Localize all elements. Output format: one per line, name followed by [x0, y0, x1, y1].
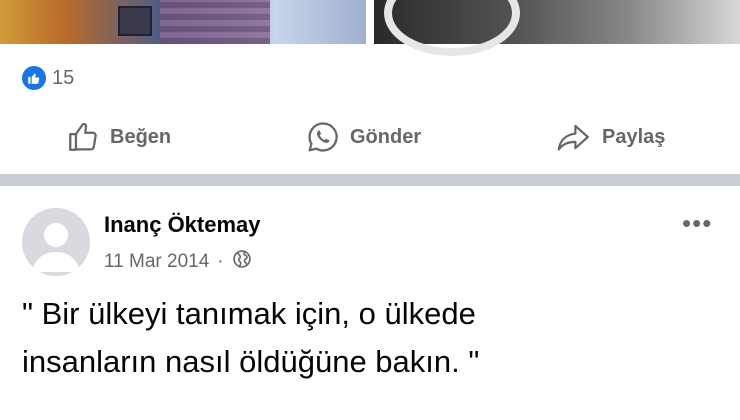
- reaction-count: 15: [52, 66, 75, 89]
- like-button-label: Beğen: [110, 125, 172, 148]
- like-button[interactable]: Beğen: [66, 120, 171, 154]
- feed-divider: [0, 174, 740, 186]
- post-date[interactable]: 11 Mar 2014: [104, 251, 209, 273]
- post-author-name[interactable]: Inanç Öktemay: [104, 212, 261, 238]
- image-detail: [160, 0, 270, 44]
- default-avatar-icon: [22, 208, 90, 276]
- previous-post-image-right[interactable]: [374, 0, 740, 56]
- image-detail: [118, 6, 152, 36]
- send-button[interactable]: Gönder: [306, 120, 421, 154]
- previous-post-images: [0, 0, 740, 56]
- reaction-summary[interactable]: 15: [22, 66, 74, 90]
- meta-separator: ·: [217, 251, 224, 272]
- send-button-label: Gönder: [350, 125, 422, 148]
- post-text: " Bir ülkeyi tanımak için, o ülkede insa…: [22, 290, 722, 386]
- thumbs-up-icon: [66, 120, 100, 154]
- share-button-label: Paylaş: [602, 125, 666, 148]
- image-detail: [384, 0, 520, 56]
- post-text-line: insanların nasıl öldüğüne bakın. ": [22, 344, 480, 379]
- post-actions-bar: Beğen Gönder Paylaş: [0, 112, 740, 164]
- share-arrow-icon: [556, 120, 592, 154]
- post-meta: 11 Mar 2014 ·: [104, 249, 252, 275]
- more-options-icon[interactable]: •••: [682, 208, 712, 239]
- previous-post-image-left[interactable]: [0, 0, 366, 44]
- whatsapp-icon: [306, 120, 340, 154]
- post-text-line: " Bir ülkeyi tanımak için, o ülkede: [22, 296, 476, 331]
- globe-icon[interactable]: [232, 249, 252, 275]
- avatar[interactable]: [22, 208, 90, 276]
- share-button[interactable]: Paylaş: [556, 120, 665, 154]
- like-icon: [22, 66, 46, 90]
